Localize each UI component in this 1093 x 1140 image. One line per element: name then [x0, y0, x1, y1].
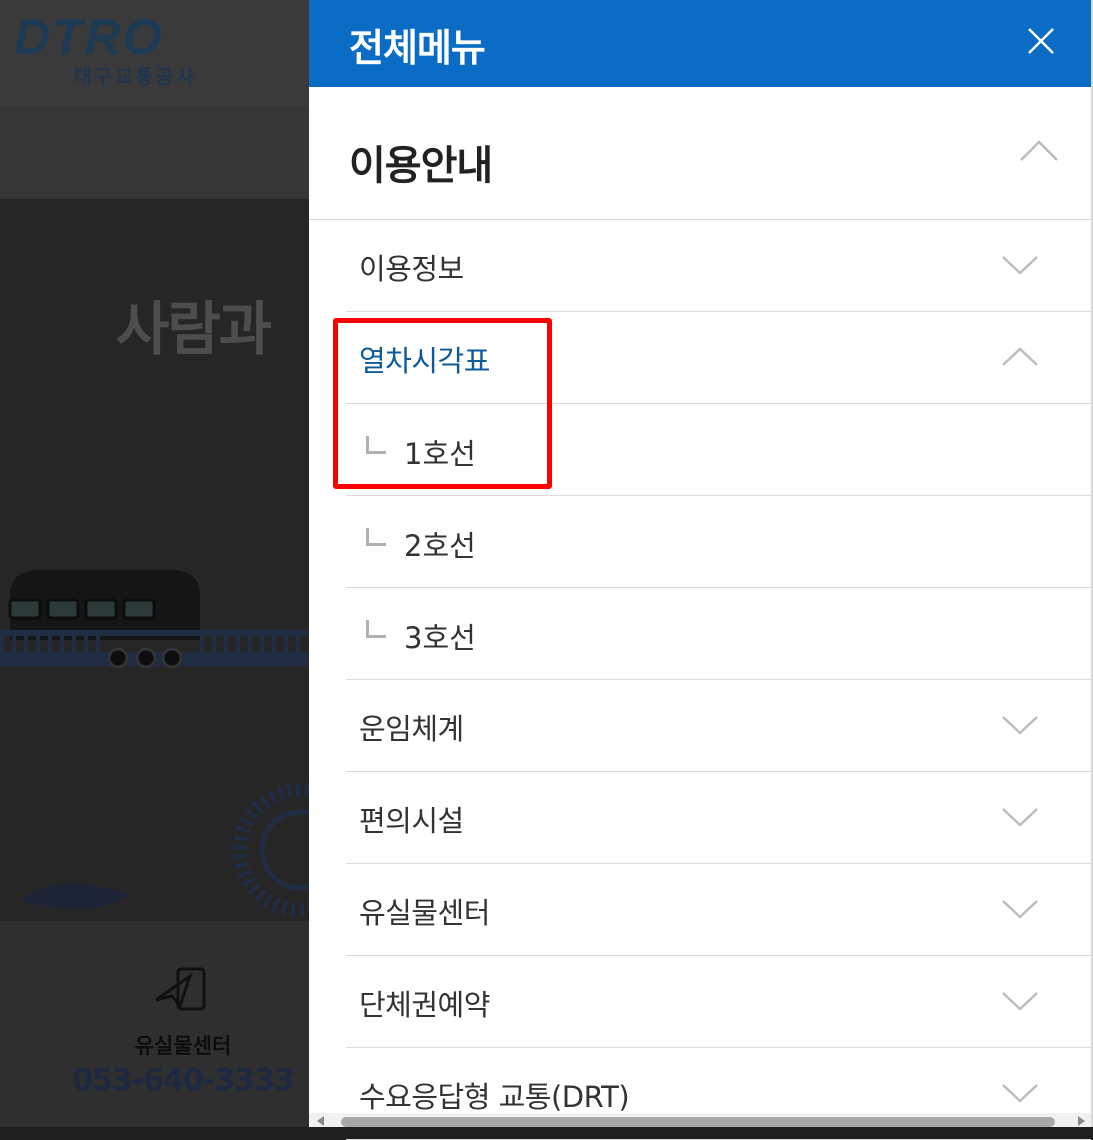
- sub-indent-icon: [366, 436, 386, 454]
- menu-title: 전체메뉴: [349, 26, 486, 70]
- menu-item-group-ticket[interactable]: 단체권예약: [346, 956, 1091, 1048]
- section-title: 이용안내: [349, 143, 493, 189]
- footer-phone[interactable]: 053-640-3333: [0, 1063, 309, 1098]
- menu-item-label: 유실물센터: [359, 896, 490, 930]
- chevron-down-icon[interactable]: [1001, 990, 1039, 1012]
- menu-item-label: 수요응답형 교통(DRT): [359, 1080, 630, 1114]
- sub-indent-icon: [366, 528, 386, 546]
- dtro-logo[interactable]: DTRO: [14, 12, 214, 62]
- submenu-label: 2호선: [404, 529, 476, 563]
- scrollbar-thumb[interactable]: [341, 1117, 1055, 1127]
- logo-subtitle: 대구교통공사: [74, 66, 197, 88]
- chevron-down-icon[interactable]: [1001, 898, 1039, 920]
- menu-item-lost-found[interactable]: 유실물센터: [346, 864, 1091, 956]
- section-usage-guide[interactable]: 이용안내: [309, 87, 1091, 220]
- chevron-down-icon[interactable]: [1001, 714, 1039, 736]
- scroll-left-arrow-icon[interactable]: [317, 1116, 324, 1126]
- menu-item-label: 열차시각표: [359, 344, 490, 378]
- menu-items: 이용정보 열차시각표 1호선 2호선 3호선 운임체계 편의시설 유실물센터 단…: [346, 220, 1091, 1140]
- site-header: DTRO 대구교통공사: [0, 0, 309, 106]
- horizontal-scrollbar[interactable]: [309, 1113, 1091, 1127]
- menu-item-fare-system[interactable]: 운임체계: [346, 680, 1091, 772]
- chevron-up-icon[interactable]: [1019, 139, 1059, 163]
- train-illustration: [0, 570, 309, 917]
- submenu-label: 1호선: [404, 437, 476, 471]
- chevron-down-icon[interactable]: [1001, 254, 1039, 276]
- background-page: DTRO 대구교통공사 메인 ⌄ 사람과 유실물센터 053-640-3333: [0, 0, 309, 1127]
- menu-header: 전체메뉴: [309, 0, 1091, 87]
- lost-and-found-icon: [155, 967, 206, 1011]
- menu-item-timetable[interactable]: 열차시각표: [346, 312, 1091, 404]
- full-menu-panel: 전체메뉴 이용안내 이용정보 열차시각표 1호선 2호선 3호선 운임체계 편의…: [309, 0, 1091, 1140]
- footer-lost-label: 유실물센터: [134, 1034, 232, 1058]
- submenu-label: 3호선: [404, 621, 476, 655]
- menu-item-label: 단체권예약: [359, 988, 490, 1022]
- svg-text:DTRO: DTRO: [14, 12, 164, 62]
- chevron-up-icon[interactable]: [1001, 346, 1039, 368]
- menu-item-label: 이용정보: [359, 252, 464, 286]
- submenu-item-line3[interactable]: 3호선: [346, 588, 1091, 680]
- chevron-down-icon[interactable]: [1001, 806, 1039, 828]
- menu-item-label: 운임체계: [359, 712, 464, 746]
- menu-item-label: 편의시설: [359, 804, 464, 838]
- scroll-right-arrow-icon[interactable]: [1078, 1116, 1085, 1126]
- submenu-item-line1[interactable]: 1호선: [346, 404, 1091, 496]
- menu-item-usage-info[interactable]: 이용정보: [346, 220, 1091, 312]
- chevron-down-icon[interactable]: [1001, 1082, 1039, 1104]
- site-nav: 메인 ⌄: [0, 106, 309, 283]
- close-icon[interactable]: [1017, 20, 1065, 64]
- sub-indent-icon: [366, 620, 386, 638]
- submenu-item-line2[interactable]: 2호선: [346, 496, 1091, 588]
- hero-headline: 사람과: [116, 295, 272, 363]
- menu-item-facilities[interactable]: 편의시설: [346, 772, 1091, 864]
